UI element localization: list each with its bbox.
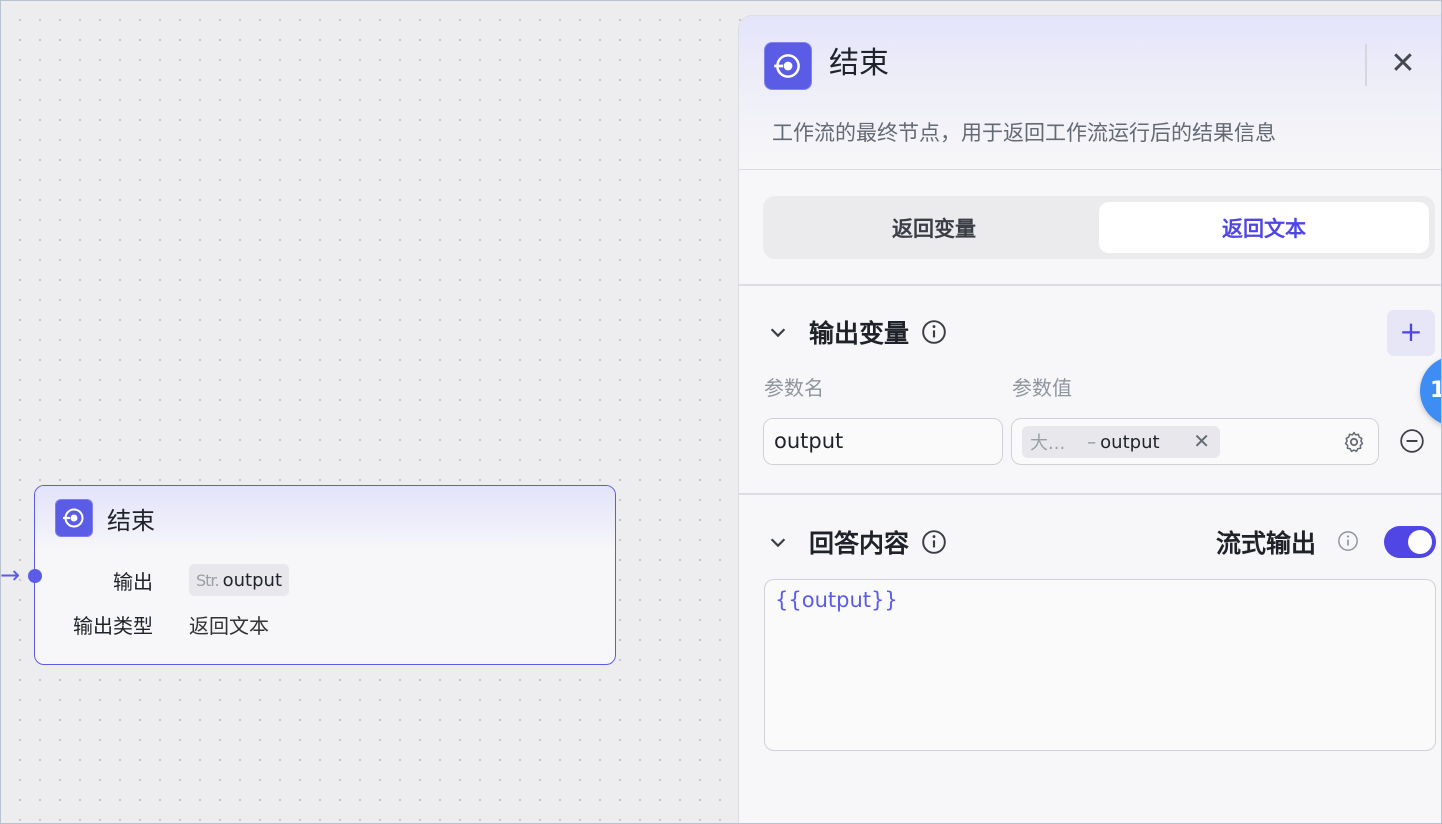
- end-node-card[interactable]: 结束 输出 Str. output 输出类型 返回文本: [34, 485, 616, 665]
- panel-title[interactable]: 结束: [829, 44, 889, 84]
- divider: [739, 284, 1442, 286]
- answer-content-editor[interactable]: {{output}}: [764, 579, 1436, 751]
- tab-return-variable[interactable]: 返回变量: [769, 202, 1099, 253]
- info-icon[interactable]: [921, 529, 947, 555]
- node-output-value: output: [222, 569, 282, 591]
- info-icon[interactable]: [1337, 530, 1359, 552]
- close-icon[interactable]: ✕: [1387, 48, 1419, 80]
- panel-header: 结束 ✕ 工作流的最终节点，用于返回工作流运行后的结果信息: [739, 16, 1442, 170]
- chip-variable-name: output: [1100, 431, 1160, 453]
- node-output-row: 输出 Str. output: [35, 564, 289, 596]
- output-mode-tabs: 返回变量 返回文本: [763, 196, 1435, 259]
- remove-variable-icon[interactable]: [1399, 428, 1425, 454]
- chip-remove-icon[interactable]: ✕: [1193, 429, 1210, 453]
- toggle-knob: [1408, 530, 1432, 554]
- end-node-icon: [764, 42, 812, 90]
- info-icon[interactable]: [921, 319, 947, 345]
- node-output-tag: Str. output: [189, 564, 289, 596]
- chevron-down-icon[interactable]: [767, 531, 789, 553]
- param-value-header: 参数值: [1012, 376, 1072, 400]
- stream-output-label: 流式输出: [1216, 529, 1317, 558]
- output-variables-title: 输出变量: [809, 319, 910, 348]
- chip-source: 大...: [1030, 433, 1066, 454]
- node-output-type-value: 返回文本: [189, 614, 269, 638]
- node-output-label: 输出: [113, 569, 153, 594]
- node-header: 结束: [35, 486, 615, 550]
- variable-reference-chip[interactable]: 大... – output ✕: [1022, 426, 1220, 458]
- param-value-selector[interactable]: 大... – output ✕: [1011, 418, 1379, 465]
- gear-icon[interactable]: [1342, 430, 1366, 454]
- output-variables-header[interactable]: 输出变量: [767, 314, 947, 350]
- node-output-type-row: 输出类型 返回文本: [35, 610, 269, 639]
- node-title: 结束: [107, 506, 155, 535]
- answer-content-header[interactable]: 回答内容: [767, 524, 947, 560]
- divider: [739, 493, 1442, 495]
- end-node-icon: [55, 499, 93, 537]
- chevron-down-icon[interactable]: [767, 321, 789, 343]
- chip-separator: –: [1087, 431, 1097, 453]
- node-config-panel: 结束 ✕ 工作流的最终节点，用于返回工作流运行后的结果信息 返回变量 返回文本 …: [738, 15, 1442, 824]
- header-divider: [1365, 44, 1367, 86]
- node-input-handle[interactable]: [28, 569, 42, 583]
- str-type-prefix: Str.: [196, 570, 220, 590]
- param-name-input[interactable]: output: [763, 418, 1003, 465]
- stream-output-toggle[interactable]: [1384, 526, 1436, 558]
- param-name-header: 参数名: [764, 376, 824, 400]
- add-variable-button[interactable]: +: [1387, 310, 1435, 356]
- node-output-type-label: 输出类型: [73, 614, 153, 638]
- answer-content-title: 回答内容: [809, 529, 910, 558]
- tab-return-text[interactable]: 返回文本: [1099, 202, 1429, 253]
- panel-description[interactable]: 工作流的最终节点，用于返回工作流运行后的结果信息: [772, 117, 1276, 147]
- incoming-arrow-icon: →: [0, 561, 21, 589]
